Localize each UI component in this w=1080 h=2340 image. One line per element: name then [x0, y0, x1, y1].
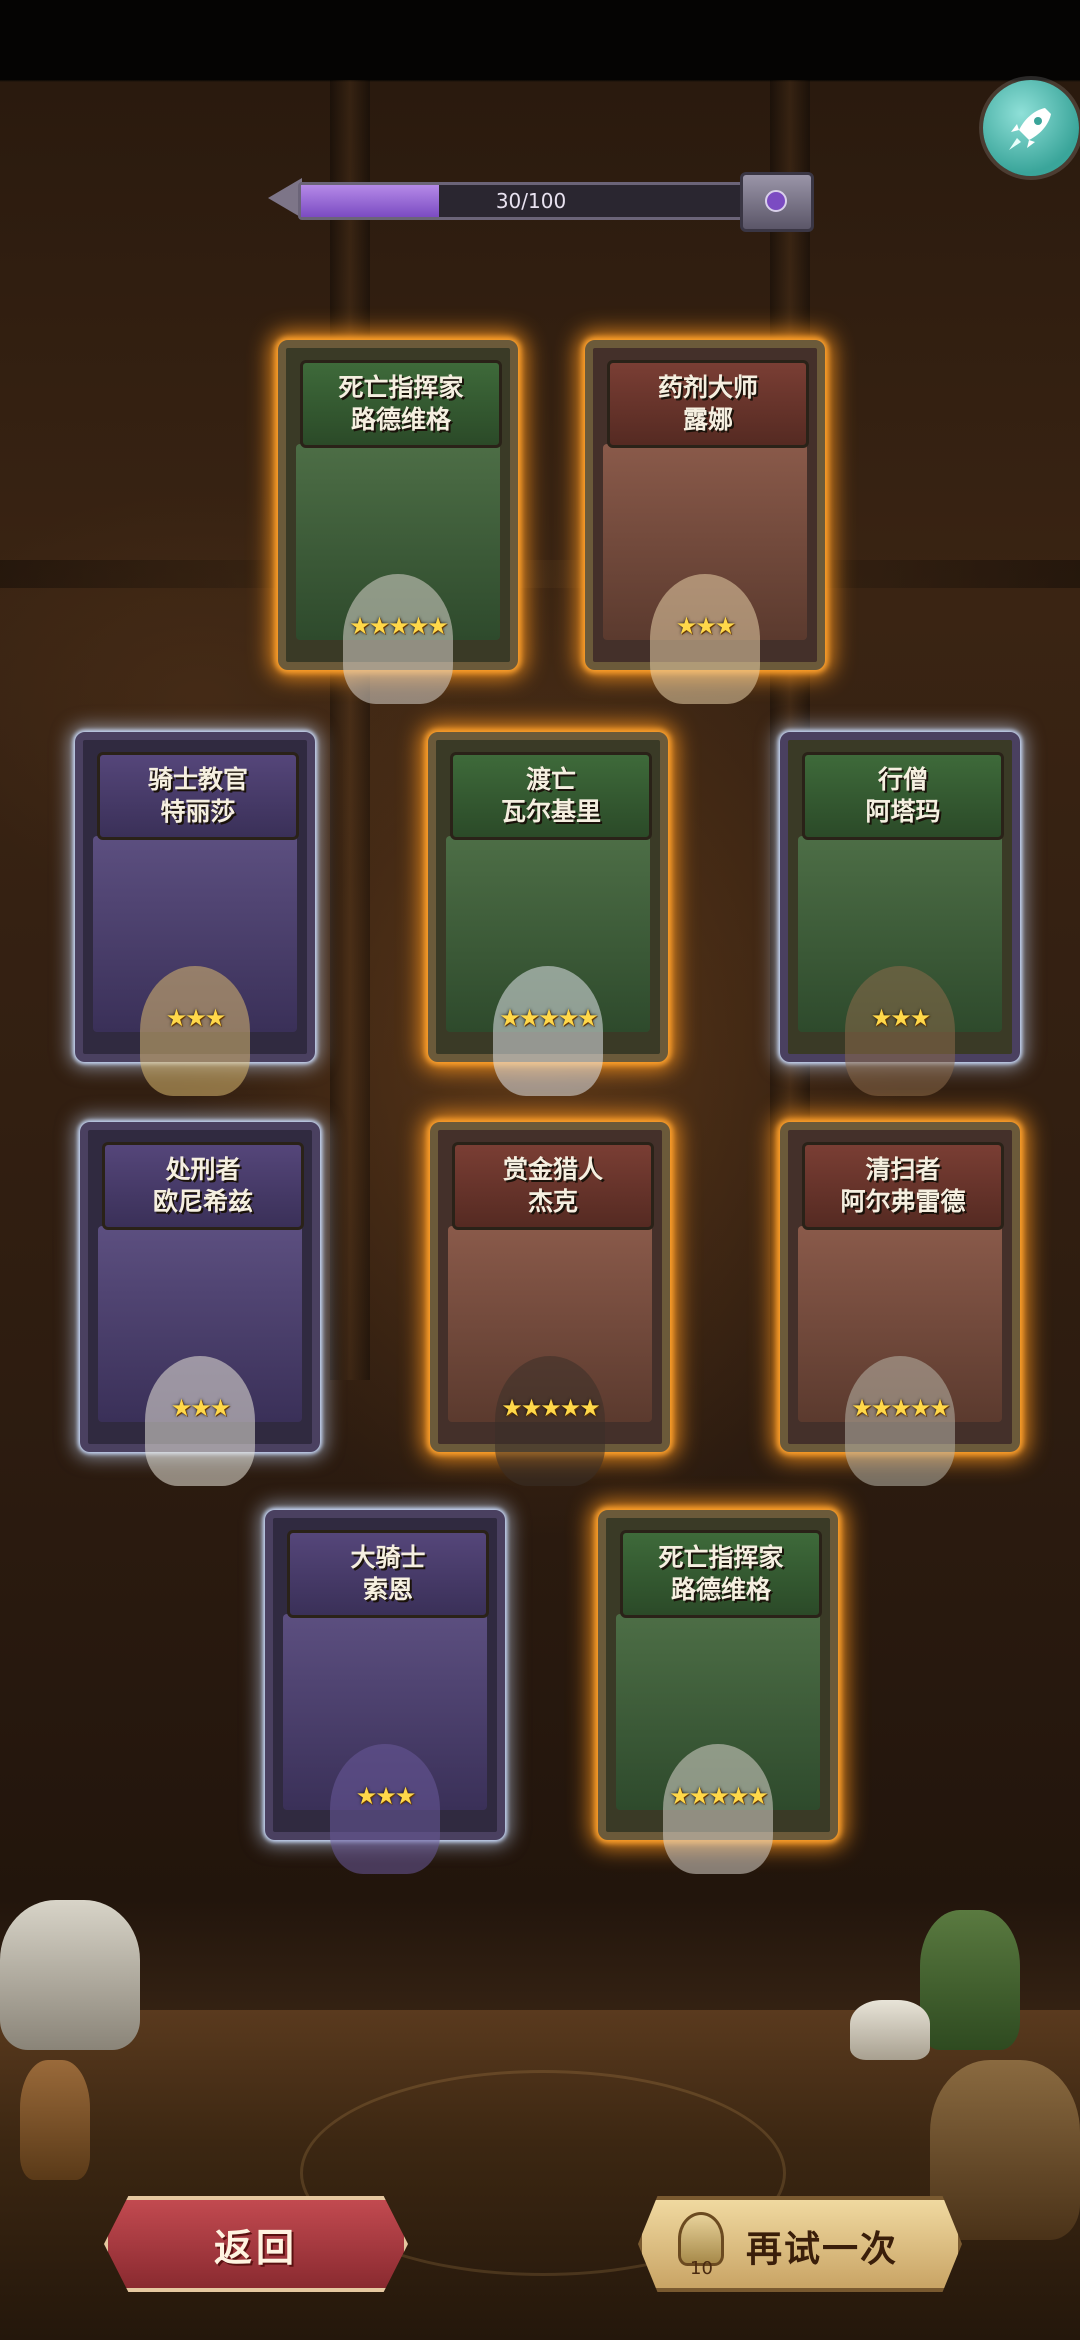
hero-card[interactable]: 死亡指挥家 路德维格 ★★★★★: [278, 340, 518, 704]
star-rating: ★★★: [355, 1782, 417, 1810]
rocket-button[interactable]: [983, 80, 1079, 176]
hero-name: 路德维格: [670, 1575, 771, 1604]
hero-name-banner: 处刑者 欧尼希兹: [102, 1142, 304, 1230]
hero-card[interactable]: 赏金猎人 杰克 ★★★★★: [430, 1122, 670, 1486]
progress-track: 30/100: [298, 182, 764, 220]
hero-title: 大骑士: [350, 1543, 426, 1572]
background-beam: [0, 560, 1080, 588]
retry-button[interactable]: 10 再试一次: [638, 2196, 962, 2292]
hero-portrait: [603, 444, 807, 704]
hero-title: 死亡指挥家: [658, 1543, 784, 1572]
star-rating: ★★★: [675, 612, 737, 640]
hero-portrait: [616, 1614, 820, 1874]
hero-name-banner: 大骑士 索恩: [287, 1530, 489, 1618]
hero-portrait: [798, 1226, 1002, 1486]
hero-name: 阿尔弗雷德: [840, 1187, 966, 1216]
candle-prop: [0, 1900, 140, 2050]
hero-card[interactable]: 行僧 阿塔玛 ★★★: [780, 732, 1020, 1096]
hero-title: 行僧: [877, 765, 928, 794]
progress-label: 30/100: [495, 189, 567, 213]
hero-card[interactable]: 大骑士 索恩 ★★★: [265, 1510, 505, 1874]
hero-card[interactable]: 处刑者 欧尼希兹 ★★★: [80, 1122, 320, 1486]
hero-card[interactable]: 药剂大师 露娜 ★★★: [585, 340, 825, 704]
hero-name: 露娜: [682, 405, 733, 434]
hero-title: 清扫者: [865, 1155, 941, 1184]
collection-progress-bar: 30/100: [268, 172, 818, 232]
hero-name: 索恩: [362, 1575, 413, 1604]
hero-name: 路德维格: [350, 405, 451, 434]
hero-card[interactable]: 清扫者 阿尔弗雷德 ★★★★★: [780, 1122, 1020, 1486]
hero-title: 死亡指挥家: [338, 373, 464, 402]
star-rating: ★★★★★: [851, 1394, 951, 1422]
hero-name-banner: 死亡指挥家 路德维格: [300, 360, 502, 448]
back-button-label: 返回: [213, 2225, 298, 2270]
hero-card[interactable]: 骑士教官 特丽莎 ★★★: [75, 732, 315, 1096]
background-beam: [330, 80, 370, 1380]
hero-name: 杰克: [527, 1187, 578, 1216]
status-bar-area: [0, 0, 1080, 80]
progress-arrow-icon: [268, 178, 302, 218]
star-rating: ★★★: [170, 1394, 232, 1422]
star-rating: ★★★: [870, 1004, 932, 1032]
hero-name-banner: 赏金猎人 杰克: [452, 1142, 654, 1230]
hero-name: 阿塔玛: [865, 797, 941, 826]
hero-name: 欧尼希兹: [152, 1187, 253, 1216]
hero-portrait: [446, 836, 650, 1096]
hero-title: 赏金猎人: [502, 1155, 603, 1184]
hero-name: 特丽莎: [160, 797, 236, 826]
hero-name: 瓦尔基里: [500, 797, 601, 826]
retry-button-label: 再试一次: [746, 2229, 899, 2270]
hero-name-banner: 死亡指挥家 路德维格: [620, 1530, 822, 1618]
summon-result-screen: 30/100 死亡指挥家 路德维格 ★★★★★ 药剂大师 露娜 ★★★ 骑士教官…: [0, 0, 1080, 2340]
candle-prop: [850, 2000, 930, 2060]
hero-name-banner: 渡亡 瓦尔基里: [450, 752, 652, 840]
star-rating: ★★★★★: [499, 1004, 599, 1032]
hero-portrait: [798, 836, 1002, 1096]
hero-name-banner: 药剂大师 露娜: [607, 360, 809, 448]
hero-portrait: [98, 1226, 302, 1486]
star-rating: ★★★★★: [501, 1394, 601, 1422]
hero-title: 处刑者: [165, 1155, 241, 1184]
hero-title: 药剂大师: [657, 373, 758, 402]
star-rating: ★★★: [165, 1004, 227, 1032]
hero-portrait: [283, 1614, 487, 1874]
bottle-prop: [20, 2060, 90, 2180]
star-rating: ★★★★★: [349, 612, 449, 640]
back-button[interactable]: 返回: [104, 2196, 408, 2292]
hero-portrait: [296, 444, 500, 704]
hero-title: 骑士教官: [147, 765, 248, 794]
hero-name-banner: 清扫者 阿尔弗雷德: [802, 1142, 1004, 1230]
hero-title: 渡亡: [525, 765, 576, 794]
hero-name-banner: 骑士教官 特丽莎: [97, 752, 299, 840]
barrel-prop: [930, 2060, 1080, 2240]
hero-card[interactable]: 渡亡 瓦尔基里 ★★★★★: [428, 732, 668, 1096]
rocket-icon: [1009, 108, 1051, 150]
bottle-prop: [920, 1910, 1020, 2050]
hero-card[interactable]: 死亡指挥家 路德维格 ★★★★★: [598, 1510, 838, 1874]
chest-icon[interactable]: [740, 172, 814, 232]
retry-cost: 10: [690, 2258, 713, 2279]
hero-portrait: [93, 836, 297, 1096]
hero-portrait: [448, 1226, 652, 1486]
hero-name-banner: 行僧 阿塔玛: [802, 752, 1004, 840]
star-rating: ★★★★★: [669, 1782, 769, 1810]
